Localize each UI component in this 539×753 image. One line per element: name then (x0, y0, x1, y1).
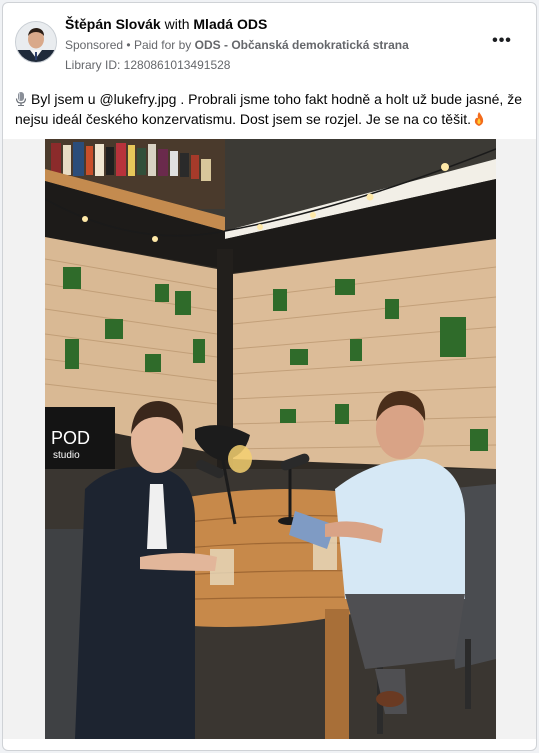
sponsored-label: Sponsored (65, 38, 124, 52)
paid-for-by-label: Paid for by (133, 38, 192, 52)
post-header: Štěpán Slovák with Mladá ODS Sponsored •… (15, 15, 524, 75)
ad-photo[interactable]: POD studio (45, 139, 496, 739)
with-word: with (164, 16, 190, 32)
fire-icon (473, 111, 485, 126)
title-line: Štěpán Slovák with Mladá ODS (65, 15, 484, 33)
ad-card: Štěpán Slovák with Mladá ODS Sponsored •… (2, 2, 537, 751)
post-text: Byl jsem u @lukefry.jpg . Probrali jsme … (15, 91, 522, 127)
page-name-link[interactable]: Štěpán Slovák (65, 16, 161, 32)
microphone-icon (15, 91, 27, 106)
avatar[interactable] (15, 21, 57, 63)
more-options-button[interactable]: ••• (488, 32, 516, 51)
post-text-block: Byl jsem u @lukefry.jpg . Probrali jsme … (15, 89, 522, 129)
separator-dot: • (126, 38, 131, 52)
photo-sign-text: POD (51, 428, 90, 448)
more-dots-icon: ••• (492, 32, 512, 49)
library-id: Library ID: 1280861013491528 (65, 58, 231, 72)
photo-sign-sub: studio (53, 450, 80, 461)
ad-media[interactable]: POD studio (3, 139, 536, 739)
sponsor-line: Sponsored • Paid for by ODS - Občanská d… (65, 37, 484, 53)
partner-name-link[interactable]: Mladá ODS (193, 16, 267, 32)
payer-link[interactable]: ODS - Občanská demokratická strana (195, 38, 409, 52)
post-meta: Štěpán Slovák with Mladá ODS Sponsored •… (65, 15, 484, 73)
